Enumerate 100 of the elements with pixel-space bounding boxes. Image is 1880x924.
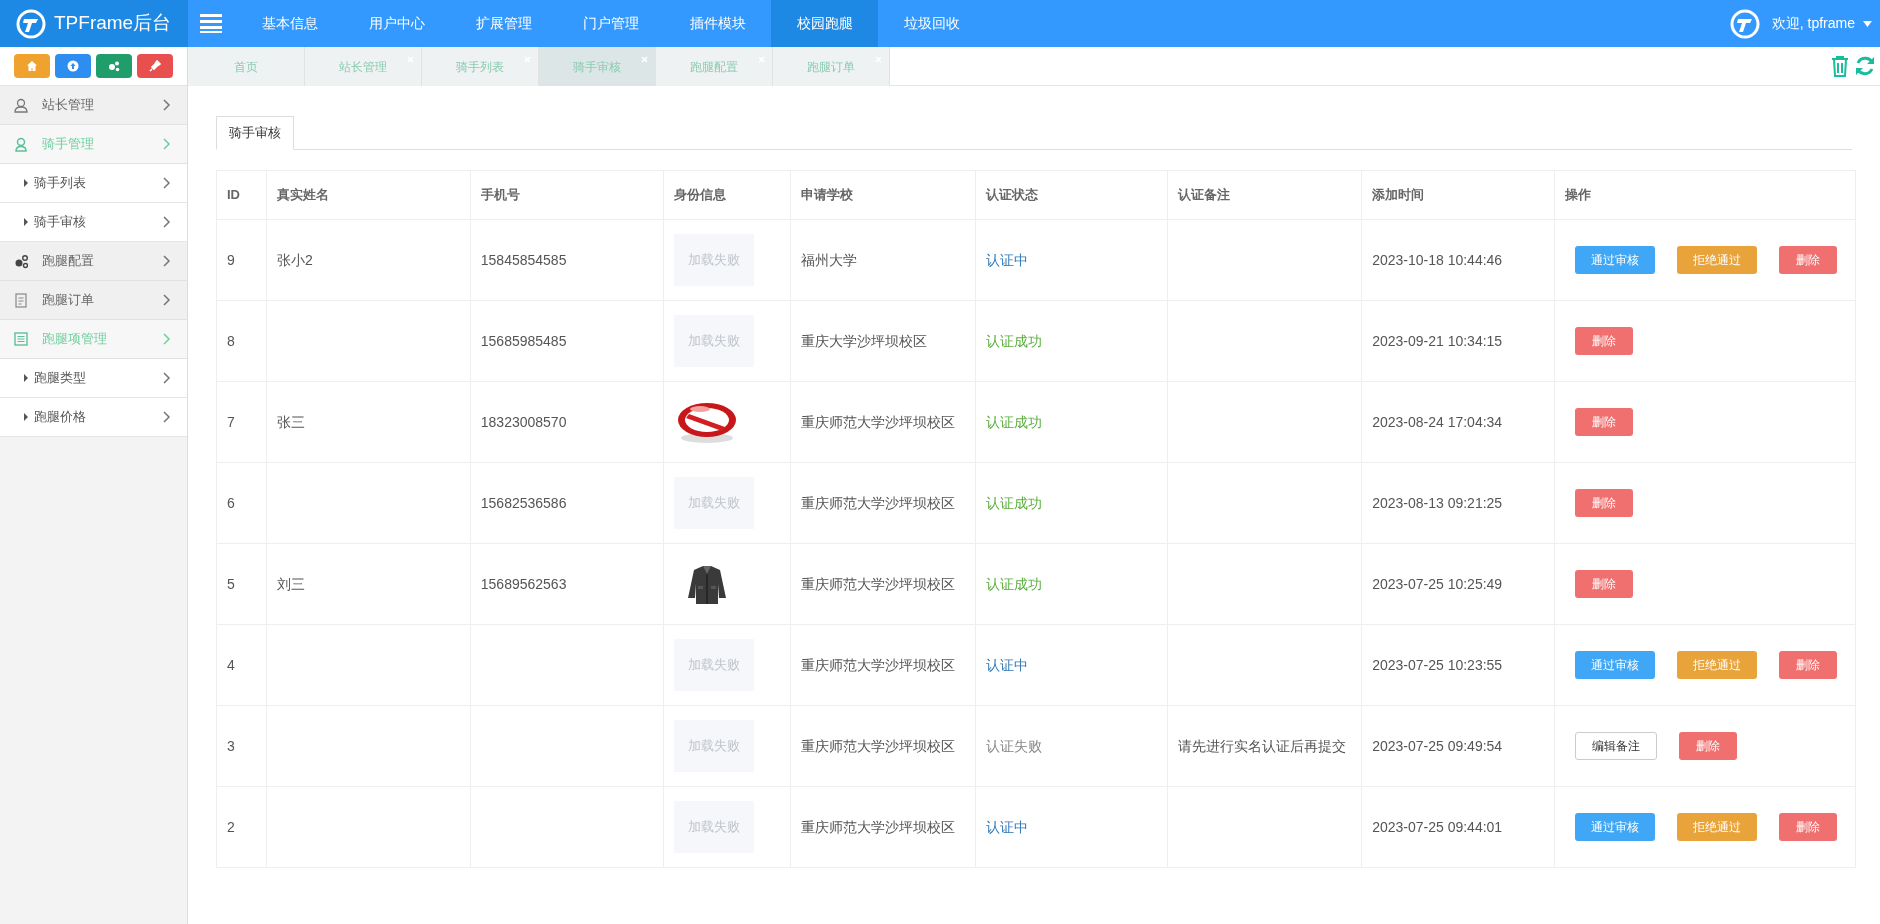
chevron-icon <box>163 177 171 189</box>
status-text: 认证成功 <box>975 543 1168 625</box>
table-cell: 重庆师范大学沙坪坝校区 <box>790 462 975 544</box>
reject-button[interactable]: 拒绝通过 <box>1677 246 1758 274</box>
column-header: 认证备注 <box>1167 170 1362 220</box>
table-cell: 2023-08-24 17:04:34 <box>1361 381 1555 463</box>
menu-icon[interactable] <box>200 13 222 33</box>
nav-tab[interactable]: 用户中心 <box>343 0 450 47</box>
page-tab[interactable]: 首页 <box>188 47 305 86</box>
sidebar-subitem[interactable]: 骑手审核 <box>0 203 187 242</box>
table-cell: 3 <box>216 705 267 787</box>
table-cell: 请先进行实名认证后再提交 <box>1167 705 1362 787</box>
sidebar-label: 骑手审核 <box>34 213 87 232</box>
close-icon[interactable] <box>641 56 648 63</box>
gears-icon <box>14 253 28 269</box>
table-cell: 5 <box>216 543 267 625</box>
status-text: 认证中 <box>975 624 1168 706</box>
quick-button[interactable] <box>137 54 173 78</box>
caret-icon[interactable] <box>1863 20 1872 27</box>
table-cell: 重庆师范大学沙坪坝校区 <box>790 543 975 625</box>
table-cell: 2023-07-25 10:23:55 <box>1361 624 1555 706</box>
chevron-icon <box>163 294 171 306</box>
plug-icon <box>149 60 161 72</box>
delete-button[interactable]: 删除 <box>1575 327 1634 355</box>
status-text: 认证中 <box>975 786 1168 868</box>
column-header: 身份信息 <box>663 170 791 220</box>
nav-tab[interactable]: 校园跑腿 <box>771 0 878 47</box>
column-header: 手机号 <box>470 170 664 220</box>
document-icon <box>14 292 28 308</box>
quick-button[interactable] <box>14 54 50 78</box>
nav-tab[interactable]: 插件模块 <box>664 0 771 47</box>
sidebar-label: 站长管理 <box>42 96 95 115</box>
page-tab[interactable]: 跑腿订单 <box>773 47 890 86</box>
user-icon <box>14 136 28 152</box>
page-tab[interactable]: 骑手审核 <box>539 47 656 86</box>
column-header: 认证状态 <box>975 170 1168 220</box>
table-cell: 18323008570 <box>470 381 664 463</box>
table-cell: 重庆大学沙坪坝校区 <box>790 300 975 382</box>
table-cell: 2023-07-25 09:44:01 <box>1361 786 1555 868</box>
column-header: 添加时间 <box>1361 170 1555 220</box>
sidebar-subitem[interactable]: 跑腿类型 <box>0 359 187 398</box>
chevron-icon <box>163 99 171 111</box>
delete-button[interactable]: 删除 <box>1575 570 1634 598</box>
chevron-icon <box>163 411 171 423</box>
sidebar-label: 骑手列表 <box>34 174 87 193</box>
table-cell: 重庆师范大学沙坪坝校区 <box>790 624 975 706</box>
trash-icon[interactable] <box>1830 55 1850 77</box>
approve-button[interactable]: 通过审核 <box>1575 813 1656 841</box>
sidebar-label: 跑腿价格 <box>34 408 87 427</box>
logo-icon <box>16 8 46 39</box>
delete-button[interactable]: 删除 <box>1575 408 1634 436</box>
nav-tab[interactable]: 扩展管理 <box>450 0 557 47</box>
approve-button[interactable]: 通过审核 <box>1575 651 1656 679</box>
content-tab[interactable]: 骑手审核 <box>216 116 294 150</box>
delete-button[interactable]: 删除 <box>1779 246 1838 274</box>
page-tab[interactable]: 跑腿配置 <box>656 47 773 86</box>
column-header: ID <box>216 170 267 220</box>
sidebar-subitem[interactable]: 跑腿价格 <box>0 398 187 437</box>
delete-button[interactable]: 删除 <box>1679 732 1738 760</box>
table-cell: 重庆师范大学沙坪坝校区 <box>790 786 975 868</box>
reject-button[interactable]: 拒绝通过 <box>1677 651 1758 679</box>
table-cell: 9 <box>216 219 267 301</box>
page-tab[interactable]: 骑手列表 <box>422 47 539 86</box>
quick-button[interactable] <box>96 54 132 78</box>
sidebar-label: 跑腿项管理 <box>42 330 108 349</box>
nav-tab[interactable]: 门户管理 <box>557 0 664 47</box>
table-cell: 8 <box>216 300 267 382</box>
delete-button[interactable]: 删除 <box>1779 813 1838 841</box>
chevron-icon <box>163 138 171 150</box>
reject-button[interactable]: 拒绝通过 <box>1677 813 1758 841</box>
approve-button[interactable]: 通过审核 <box>1575 246 1656 274</box>
refresh-icon[interactable] <box>1854 55 1876 77</box>
sidebar-label: 跑腿类型 <box>34 369 87 388</box>
delete-button[interactable]: 删除 <box>1575 489 1634 517</box>
table-cell: 张三 <box>266 381 471 463</box>
sidebar-label: 骑手管理 <box>42 135 95 154</box>
sidebar-subitem[interactable]: 骑手列表 <box>0 164 187 203</box>
table-cell: 重庆师范大学沙坪坝校区 <box>790 381 975 463</box>
table-cell: 2023-08-13 09:21:25 <box>1361 462 1555 544</box>
user-menu[interactable]: 欢迎, tpframe <box>1771 13 1855 34</box>
table-cell: 15845854585 <box>470 219 664 301</box>
page-tab[interactable]: 站长管理 <box>305 47 422 86</box>
sidebar-item[interactable]: 骑手管理 <box>0 125 187 164</box>
delete-button[interactable]: 删除 <box>1779 651 1838 679</box>
status-text: 认证成功 <box>975 462 1168 544</box>
quick-button[interactable] <box>55 54 91 78</box>
status-text: 认证中 <box>975 219 1168 301</box>
sidebar-item[interactable]: 跑腿项管理 <box>0 320 187 359</box>
column-header: 申请学校 <box>790 170 975 220</box>
nav-tab[interactable]: 基本信息 <box>236 0 343 47</box>
table-cell: 2023-10-18 10:44:46 <box>1361 219 1555 301</box>
status-text: 认证成功 <box>975 300 1168 382</box>
nav-tab[interactable]: 垃圾回收 <box>878 0 985 47</box>
edit-note-button[interactable]: 编辑备注 <box>1575 732 1658 760</box>
table-cell: 15689562563 <box>470 543 664 625</box>
table-cell: 张小2 <box>266 219 471 301</box>
table-cell: 4 <box>216 624 267 706</box>
table-cell: 福州大学 <box>790 219 975 301</box>
home-icon <box>26 60 38 72</box>
table-cell: 重庆师范大学沙坪坝校区 <box>790 705 975 787</box>
